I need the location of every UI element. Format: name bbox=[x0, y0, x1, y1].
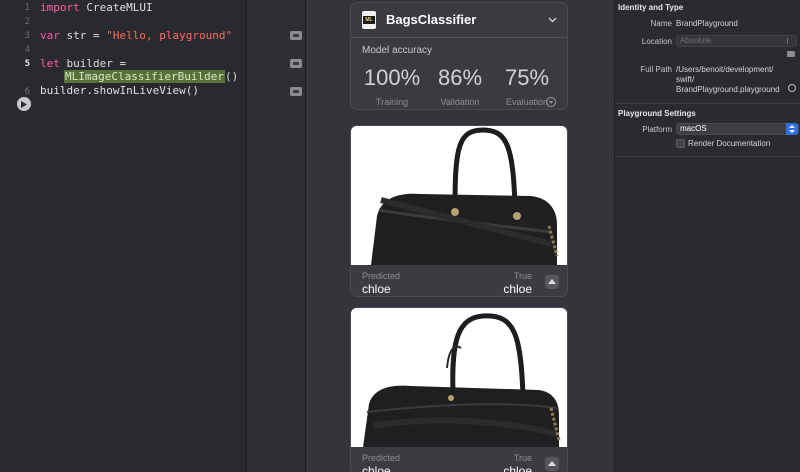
location-select: Absolute bbox=[676, 35, 797, 47]
predicted-value: chloe bbox=[362, 464, 391, 472]
code-line-1[interactable]: import CreateMLUI bbox=[40, 1, 153, 14]
fullpath-label: Full Path bbox=[640, 65, 672, 74]
metric-validation: 86% Validation bbox=[427, 65, 493, 107]
string-literal: "Hello, playground" bbox=[106, 29, 233, 42]
prediction-footer: Predicted chloe True chloe bbox=[351, 447, 567, 472]
editor-minimap-area bbox=[246, 0, 282, 472]
quick-look-icon[interactable] bbox=[290, 87, 302, 96]
playground-settings-title: Playground Settings bbox=[618, 109, 696, 118]
true-value: chloe bbox=[503, 464, 532, 472]
code-editor[interactable]: 1 2 3 4 5 6 import CreateMLUI var str = … bbox=[0, 0, 246, 472]
metric-label: Validation bbox=[440, 97, 480, 107]
true-value: chloe bbox=[503, 282, 532, 296]
code-line-3[interactable]: var str = "Hello, playground" bbox=[40, 29, 232, 42]
line-number: 2 bbox=[24, 17, 30, 27]
line-number: 1 bbox=[24, 3, 30, 13]
line-number: 6 bbox=[24, 87, 30, 97]
expand-button[interactable] bbox=[545, 457, 559, 471]
quick-look-icon[interactable] bbox=[290, 59, 302, 68]
classifier-card: ML BagsClassifier Model accuracy 100% Tr… bbox=[350, 2, 568, 110]
prediction-footer: Predicted chloe True chloe bbox=[351, 265, 567, 296]
file-inspector: Identity and Type Name BrandPlayground L… bbox=[614, 0, 800, 472]
name-value[interactable]: BrandPlayground bbox=[676, 19, 738, 28]
line-number: 4 bbox=[24, 45, 30, 55]
xcode-window: 1 2 3 4 5 6 import CreateMLUI var str = … bbox=[0, 0, 800, 472]
handbag-image bbox=[351, 308, 567, 447]
platform-value: macOS bbox=[680, 124, 707, 133]
render-documentation-label: Render Documentation bbox=[688, 139, 771, 148]
folder-icon[interactable] bbox=[787, 51, 795, 57]
platform-select[interactable]: macOS bbox=[676, 123, 799, 135]
metric-training: 100% Training bbox=[359, 65, 425, 107]
prediction-card: Predicted chloe True chloe bbox=[350, 125, 568, 297]
code-line-5[interactable]: let builder = bbox=[40, 57, 126, 70]
render-documentation-checkbox[interactable] bbox=[676, 139, 685, 148]
expand-button[interactable] bbox=[545, 275, 559, 289]
fullpath-line-2: swift/ bbox=[676, 75, 695, 84]
metric-label: Training bbox=[375, 97, 409, 107]
name-label: Name bbox=[650, 19, 672, 28]
fullpath-line-3: BrandPlayground.playground bbox=[676, 85, 780, 94]
code-line-5-continued[interactable]: MLImageClassifierBuilder() bbox=[64, 70, 238, 83]
code-text: CreateMLUI bbox=[79, 1, 153, 14]
line-number-current: 5 bbox=[24, 59, 30, 69]
select-arrows-icon bbox=[786, 123, 798, 135]
true-label: True bbox=[513, 453, 532, 463]
bag-image bbox=[351, 308, 567, 447]
handbag-image bbox=[351, 126, 567, 265]
predicted-label: Predicted bbox=[362, 271, 401, 281]
code-text: () bbox=[224, 70, 239, 83]
results-sidebar bbox=[282, 0, 306, 472]
keyword: let bbox=[40, 57, 60, 70]
prediction-card: Predicted chloe True chloe bbox=[350, 307, 568, 472]
metric-value: 100% bbox=[363, 65, 421, 90]
code-line-6[interactable]: builder.showInLiveView() bbox=[40, 84, 199, 97]
section-divider bbox=[615, 156, 800, 157]
mlmodel-icon-text: ML bbox=[363, 16, 375, 24]
location-label: Location bbox=[641, 37, 672, 46]
drop-icon[interactable] bbox=[546, 97, 556, 107]
classifier-header[interactable]: ML BagsClassifier bbox=[351, 3, 567, 38]
quick-look-icon[interactable] bbox=[290, 31, 302, 40]
classifier-title: BagsClassifier bbox=[386, 12, 477, 27]
live-view: ML BagsClassifier Model accuracy 100% Tr… bbox=[306, 0, 614, 472]
code-text: builder = bbox=[59, 57, 127, 70]
code-text: str = bbox=[59, 29, 107, 42]
true-label: True bbox=[513, 271, 532, 281]
mlmodel-icon: ML bbox=[362, 11, 376, 29]
line-number: 3 bbox=[24, 31, 30, 41]
highlighted-type: MLImageClassifierBuilder bbox=[64, 70, 225, 83]
section-divider bbox=[615, 103, 800, 104]
predicted-value: chloe bbox=[362, 282, 391, 296]
run-button[interactable] bbox=[17, 97, 31, 111]
chevron-down-icon[interactable] bbox=[548, 17, 557, 23]
fullpath-line-1: /Users/benoit/development/ bbox=[676, 65, 774, 74]
reveal-in-finder-icon[interactable] bbox=[788, 84, 796, 92]
bag-image bbox=[351, 126, 567, 265]
predicted-label: Predicted bbox=[362, 453, 401, 463]
keyword: import bbox=[40, 1, 80, 14]
play-icon bbox=[21, 100, 27, 108]
platform-label: Platform bbox=[642, 125, 672, 134]
keyword: var bbox=[40, 29, 60, 42]
identity-section-title: Identity and Type bbox=[618, 3, 684, 12]
metric-value: 75% bbox=[504, 65, 550, 90]
accuracy-label: Model accuracy bbox=[362, 45, 433, 56]
metric-value: 86% bbox=[437, 65, 483, 90]
